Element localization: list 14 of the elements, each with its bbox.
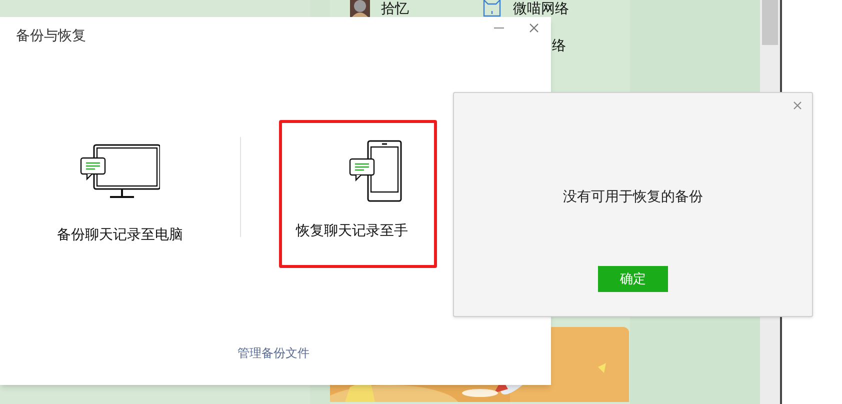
option-button[interactable]: 备份聊天记录至电脑 <box>57 224 183 245</box>
cat-outline-icon <box>482 0 502 17</box>
scrollbar-thumb[interactable] <box>762 0 778 45</box>
contact-name[interactable]: 络 <box>552 35 566 55</box>
option-button[interactable]: 恢复聊天记录至手 <box>296 220 408 241</box>
avatar-icon <box>350 0 370 17</box>
phone-chat-icon <box>348 140 404 202</box>
close-icon[interactable] <box>793 101 802 110</box>
manage-backup-link[interactable]: 管理备份文件 <box>238 344 310 362</box>
window-title: 备份与恢复 <box>16 26 87 44</box>
contact-name[interactable]: 微喵网络 <box>513 0 569 18</box>
contact-name[interactable]: 拾忆 <box>381 0 409 18</box>
message-text: 没有可用于恢复的备份 <box>563 187 703 206</box>
close-icon[interactable] <box>529 23 539 33</box>
